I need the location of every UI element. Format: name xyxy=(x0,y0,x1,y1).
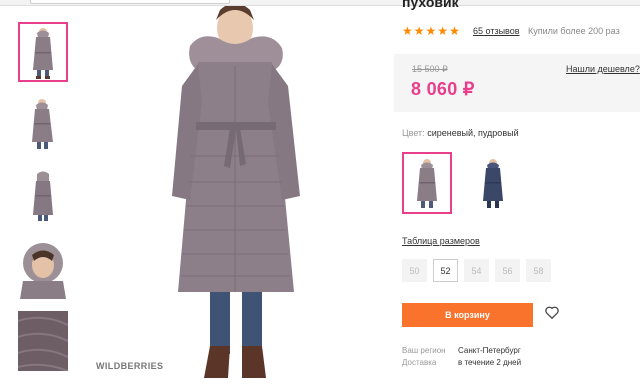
size-option-56[interactable]: 56 xyxy=(495,259,520,282)
size-option-52[interactable]: 52 xyxy=(433,259,458,282)
star-icon: ★ xyxy=(402,24,413,38)
reviews-link[interactable]: 65 отзывов xyxy=(473,26,520,36)
fabric-texture-image xyxy=(18,311,68,371)
current-price: 8 060 ₽ xyxy=(411,79,475,99)
add-to-cart-button[interactable]: В корзину xyxy=(402,303,533,327)
product-title: пуховик xyxy=(402,0,459,10)
region-value[interactable]: Санкт-Петербург xyxy=(458,346,521,355)
delivery-label: Доставка xyxy=(402,358,437,367)
purchase-count: Купили более 200 раз xyxy=(528,26,620,36)
star-icon: ★ xyxy=(449,24,460,38)
favorite-heart-icon[interactable] xyxy=(545,306,559,324)
size-table-link[interactable]: Таблица размеров xyxy=(402,236,480,246)
main-product-image[interactable] xyxy=(90,6,380,390)
color-swatch-navy[interactable] xyxy=(468,152,518,214)
star-icon: ★ xyxy=(413,24,425,38)
color-label: Цвет: xyxy=(402,128,425,138)
lilac-coat-image xyxy=(417,159,437,208)
color-info: Цвет: сиреневый, пудровый xyxy=(402,128,519,138)
old-price: 15 500 ₽ xyxy=(412,64,448,74)
thumbnail-hood-closeup[interactable] xyxy=(18,240,68,300)
star-icon: ★ xyxy=(437,24,449,38)
thumbnail-back[interactable] xyxy=(18,166,68,226)
coat-side-image xyxy=(32,99,53,149)
delivery-row: Доставка в течение 2 дней xyxy=(402,358,521,367)
product-page: WILDBERRIES пуховик ★ ★ ★ ★ ★ 65 отзывов Куп… xyxy=(0,0,640,390)
coat-front-image xyxy=(33,28,53,79)
star-icon: ★ xyxy=(425,24,437,38)
url-field[interactable] xyxy=(30,0,230,4)
navy-coat-image xyxy=(483,159,503,208)
size-option-54[interactable]: 54 xyxy=(464,259,489,282)
coat-back-image xyxy=(33,171,53,221)
thumbnail-side[interactable] xyxy=(18,94,68,154)
thumbnail-fabric[interactable] xyxy=(18,311,68,371)
wildberries-watermark: WILDBERRIES xyxy=(96,361,164,371)
region-label: Ваш регион xyxy=(402,346,446,355)
size-option-50[interactable]: 50 xyxy=(402,259,427,282)
rating-stars: ★ ★ ★ ★ ★ xyxy=(402,24,460,38)
region-row: Ваш регион Санкт-Петербург xyxy=(402,346,521,355)
found-cheaper-link[interactable]: Нашли дешевле? xyxy=(566,64,640,74)
delivery-value: в течение 2 дней xyxy=(458,358,522,367)
size-option-58[interactable]: 58 xyxy=(526,259,551,282)
price-block: 15 500 ₽ 8 060 ₽ Нашли дешевле? xyxy=(394,54,640,112)
hood-closeup-image xyxy=(20,243,66,299)
thumbnail-front[interactable] xyxy=(18,22,68,82)
color-swatch-lilac[interactable] xyxy=(402,152,452,214)
coat-model-image xyxy=(172,6,300,378)
color-value: сиреневый, пудровый xyxy=(427,128,519,138)
